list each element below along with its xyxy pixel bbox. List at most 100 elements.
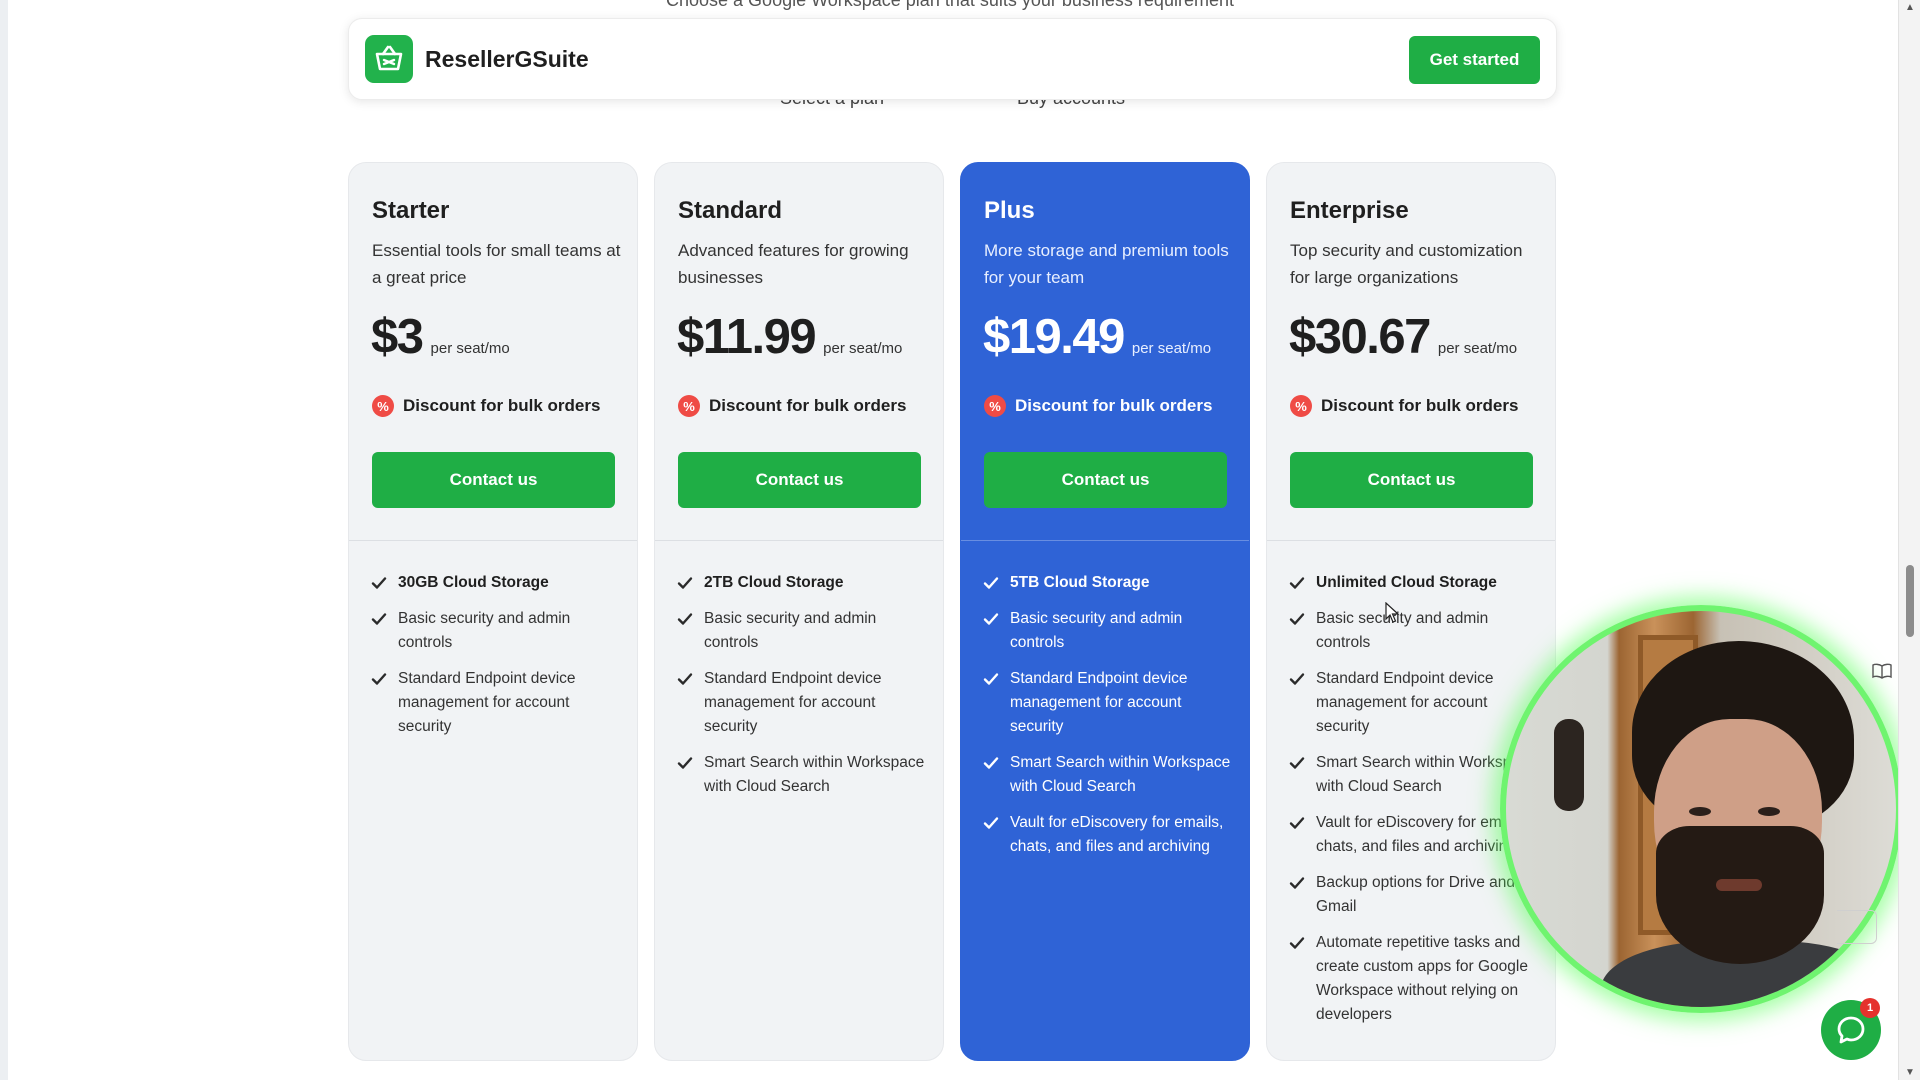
plan-name: Enterprise (1290, 197, 1409, 224)
get-started-button[interactable]: Get started (1409, 36, 1540, 84)
feature-text: Smart Search within Workspace with Cloud… (1010, 754, 1231, 795)
page-heading: Choose a Google Workspace plan that suit… (666, 0, 1234, 10)
feature-text: Unlimited Cloud Storage (1316, 574, 1497, 591)
feature-item: Automate repetitive tasks and create cus… (1289, 931, 1539, 1027)
plan-price-row: $19.49 per seat/mo (983, 309, 1211, 365)
feature-text: Basic security and admin controls (398, 610, 571, 651)
feature-text: Basic security and admin controls (1010, 610, 1183, 651)
discount-percent-icon: % (984, 395, 1006, 417)
checkmark-icon (1289, 673, 1305, 685)
plan-card-enterprise: Enterprise Top security and customization… (1266, 162, 1556, 1061)
feature-list: 2TB Cloud Storage Basic security and adm… (677, 571, 927, 811)
checkmark-icon (983, 757, 999, 769)
feature-text: Basic security and admin controls (704, 610, 877, 651)
discount-percent-icon: % (372, 395, 394, 417)
card-divider (349, 540, 637, 541)
plan-price: $3 (371, 310, 424, 364)
plan-price: $11.99 (677, 310, 817, 364)
card-divider (1267, 540, 1555, 541)
checkmark-icon (677, 673, 693, 685)
feature-item: Basic security and admin controls (1289, 607, 1539, 655)
bulk-discount: % Discount for bulk orders (678, 395, 906, 417)
chat-bubble-icon (1837, 1016, 1865, 1044)
feature-item: Vault for eDiscovery for emails, chats, … (983, 811, 1233, 859)
video-mouth (1716, 879, 1762, 891)
feature-item: Backup options for Drive and Gmail (1289, 871, 1539, 919)
discount-percent-icon: % (1290, 395, 1312, 417)
feature-text: 5TB Cloud Storage (1010, 574, 1150, 591)
plan-price-unit: per seat/mo (823, 340, 903, 357)
shopping-basket-icon (375, 45, 403, 71)
video-eye-right (1758, 807, 1780, 816)
scroll-up-icon[interactable]: ▲ (1905, 2, 1915, 13)
plan-name: Starter (372, 197, 450, 224)
checkmark-icon (1289, 613, 1305, 625)
plan-card-standard: Standard Advanced features for growing bu… (654, 162, 944, 1061)
plan-price-unit: per seat/mo (430, 340, 510, 357)
plan-name: Standard (678, 197, 783, 224)
feature-item: 2TB Cloud Storage (677, 571, 927, 595)
feature-item: Unlimited Cloud Storage (1289, 571, 1539, 595)
checkmark-icon (677, 757, 693, 769)
card-divider (961, 540, 1249, 541)
checkmark-icon (1289, 577, 1305, 589)
checkmark-icon (1289, 757, 1305, 769)
plan-price-row: $3 per seat/mo (371, 309, 510, 365)
feature-text: 30GB Cloud Storage (398, 574, 549, 591)
checkmark-icon (983, 817, 999, 829)
checkmark-icon (1289, 937, 1305, 949)
scroll-down-icon[interactable]: ▼ (1905, 1067, 1915, 1078)
feature-list: 5TB Cloud Storage Basic security and adm… (983, 571, 1233, 871)
plan-price: $19.49 (983, 310, 1125, 364)
plan-price-row: $11.99 per seat/mo (677, 309, 902, 365)
plan-card-starter: Starter Essential tools for small teams a… (348, 162, 638, 1061)
feature-text: 2TB Cloud Storage (704, 574, 844, 591)
feature-text: Standard Endpoint device management for … (704, 670, 882, 735)
feature-item: Standard Endpoint device management for … (371, 667, 621, 739)
bulk-discount-label: Discount for bulk orders (1015, 396, 1213, 415)
contact-us-button[interactable]: Contact us (984, 452, 1227, 508)
book-icon[interactable] (1872, 663, 1892, 684)
checkmark-icon (677, 577, 693, 589)
feature-text: Standard Endpoint device management for … (1316, 670, 1494, 735)
feature-item: Basic security and admin controls (371, 607, 621, 655)
plan-description: More storage and premium tools for your … (984, 241, 1229, 287)
bulk-discount: % Discount for bulk orders (984, 395, 1212, 417)
feature-item: Standard Endpoint device management for … (983, 667, 1233, 739)
feature-item: Smart Search within Workspace with Cloud… (983, 751, 1233, 799)
bulk-discount: % Discount for bulk orders (1290, 395, 1518, 417)
webcam-overlay (1500, 605, 1902, 1013)
card-divider (655, 540, 943, 541)
side-panel-tab[interactable] (1837, 910, 1877, 944)
video-beard (1656, 826, 1824, 964)
video-eye-left (1689, 807, 1711, 816)
checkmark-icon (983, 613, 999, 625)
left-edge (0, 0, 8, 1080)
feature-list: 30GB Cloud Storage Basic security and ad… (371, 571, 621, 751)
scrollbar[interactable]: ▲ ▼ (1898, 0, 1920, 1080)
checkmark-icon (1289, 817, 1305, 829)
feature-text: Standard Endpoint device management for … (1010, 670, 1188, 735)
feature-text: Vault for eDiscovery for emails, chats, … (1010, 814, 1224, 855)
feature-text: Automate repetitive tasks and create cus… (1316, 934, 1528, 1023)
checkmark-icon (371, 613, 387, 625)
discount-percent-icon: % (678, 395, 700, 417)
navbar: ResellerGSuite Get started (348, 18, 1557, 100)
checkmark-icon (983, 577, 999, 589)
contact-us-button[interactable]: Contact us (678, 452, 921, 508)
chat-notification-badge: 1 (1860, 998, 1880, 1018)
scroll-thumb[interactable] (1906, 565, 1914, 637)
plan-price: $30.67 (1289, 310, 1431, 364)
mouse-cursor-icon (1385, 602, 1399, 623)
plan-price-row: $30.67 per seat/mo (1289, 309, 1517, 365)
contact-us-button[interactable]: Contact us (372, 452, 615, 508)
feature-text: Smart Search within Workspace with Cloud… (704, 754, 925, 795)
feature-item: Smart Search within Workspace with Cloud… (677, 751, 927, 799)
brand-name[interactable]: ResellerGSuite (425, 46, 589, 73)
contact-us-button[interactable]: Contact us (1290, 452, 1533, 508)
feature-text: Backup options for Drive and Gmail (1316, 874, 1516, 915)
logo[interactable] (365, 35, 413, 83)
plan-name: Plus (984, 197, 1035, 224)
feature-item: 30GB Cloud Storage (371, 571, 621, 595)
bulk-discount-label: Discount for bulk orders (403, 396, 601, 415)
